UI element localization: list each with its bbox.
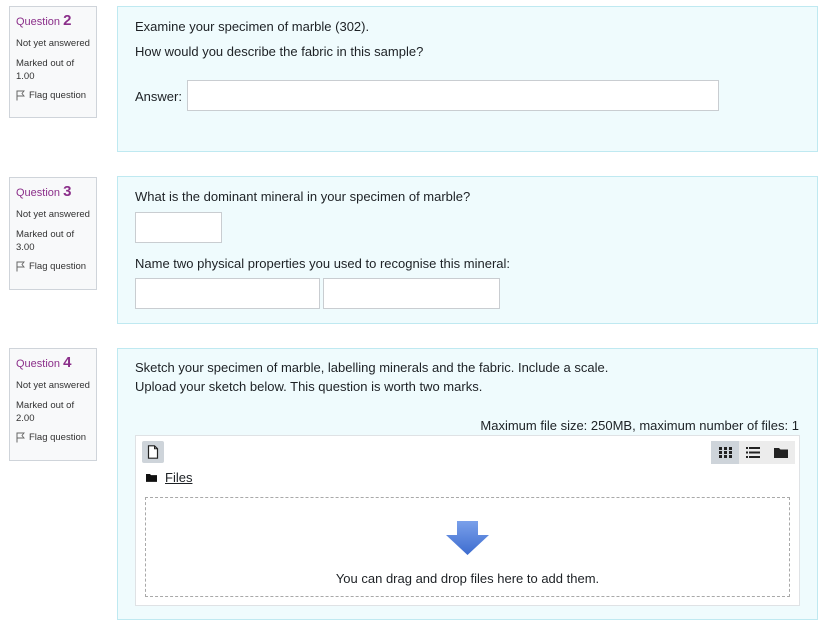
flag-question-button[interactable]: Flag question bbox=[16, 432, 90, 443]
view-switcher bbox=[711, 441, 795, 464]
files-link[interactable]: Files bbox=[165, 470, 192, 485]
breadcrumb: Files bbox=[146, 470, 192, 485]
question-status: Not yet answered bbox=[16, 38, 90, 49]
question-text: Name two physical properties you used to… bbox=[135, 256, 511, 271]
answer-input[interactable] bbox=[135, 278, 320, 309]
file-icon bbox=[147, 445, 159, 459]
list-view-icon bbox=[746, 447, 760, 458]
question-status: Not yet answered bbox=[16, 380, 90, 391]
grid-view-icon bbox=[718, 447, 732, 458]
folder-icon bbox=[146, 473, 157, 482]
question-number: Question 3 bbox=[16, 183, 72, 200]
add-file-button[interactable] bbox=[142, 441, 164, 463]
answer-input[interactable] bbox=[187, 80, 719, 111]
question-info: Question 4 Not yet answered Marked out o… bbox=[9, 348, 97, 461]
question-status: Not yet answered bbox=[16, 209, 90, 220]
flag-icon bbox=[16, 432, 25, 443]
question-number: Question 2 bbox=[16, 12, 72, 29]
tree-view-button[interactable] bbox=[767, 441, 795, 464]
question-content: Sketch your specimen of marble, labellin… bbox=[117, 348, 818, 620]
question-content: What is the dominant mineral in your spe… bbox=[117, 176, 818, 324]
file-picker: Files You can drag and drop files here t… bbox=[135, 435, 800, 606]
question-grade: Marked out of 3.00 bbox=[16, 229, 75, 253]
answer-input[interactable] bbox=[323, 278, 500, 309]
question-text: What is the dominant mineral in your spe… bbox=[135, 189, 471, 204]
max-file-info: Maximum file size: 250MB, maximum number… bbox=[480, 418, 799, 433]
question-text: Upload your sketch below. This question … bbox=[135, 379, 483, 394]
question-grade: Marked out of 2.00 bbox=[16, 400, 75, 424]
question-text: Examine your specimen of marble (302). bbox=[135, 19, 370, 34]
question-info: Question 3 Not yet answered Marked out o… bbox=[9, 177, 97, 290]
drop-zone-text: You can drag and drop files here to add … bbox=[335, 571, 600, 586]
question-grade: Marked out of 1.00 bbox=[16, 58, 75, 82]
answer-input[interactable] bbox=[135, 212, 222, 243]
answer-label: Answer: bbox=[135, 89, 182, 104]
list-view-button[interactable] bbox=[739, 441, 767, 464]
question-number: Question 4 bbox=[16, 354, 72, 371]
question-text: How would you describe the fabric in thi… bbox=[135, 44, 424, 59]
drop-zone[interactable]: You can drag and drop files here to add … bbox=[145, 497, 790, 597]
question-info: Question 2 Not yet answered Marked out o… bbox=[9, 6, 97, 118]
flag-icon bbox=[16, 90, 25, 101]
question-text: Sketch your specimen of marble, labellin… bbox=[135, 360, 609, 375]
question-content: Examine your specimen of marble (302). H… bbox=[117, 6, 818, 152]
flag-icon bbox=[16, 261, 25, 272]
arrow-down-icon bbox=[446, 521, 489, 555]
grid-view-button[interactable] bbox=[711, 441, 739, 464]
folder-icon bbox=[774, 448, 788, 458]
flag-question-button[interactable]: Flag question bbox=[16, 261, 90, 272]
flag-question-button[interactable]: Flag question bbox=[16, 90, 90, 101]
